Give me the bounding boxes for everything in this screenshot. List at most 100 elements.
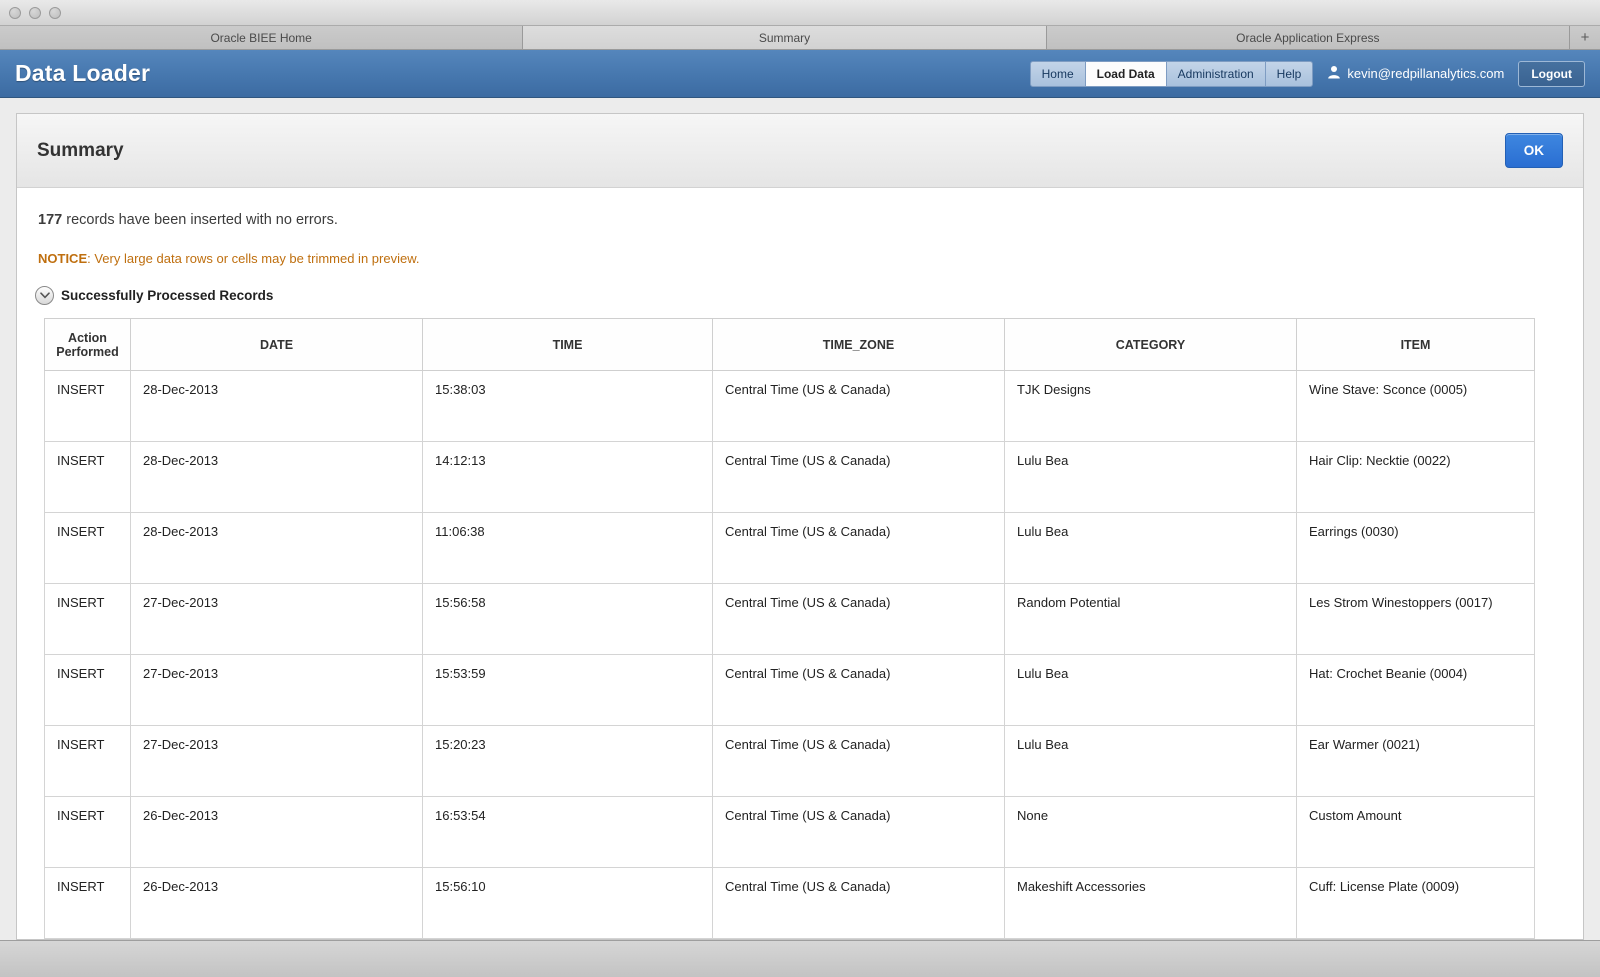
table-cell: 28-Dec-2013 — [130, 512, 423, 584]
table-cell: Makeshift Accessories — [1004, 867, 1297, 939]
app-title: Data Loader — [15, 60, 151, 86]
table-cell: 28-Dec-2013 — [130, 441, 423, 513]
user-icon — [1327, 65, 1341, 82]
main-nav: Home Load Data Administration Help — [1029, 60, 1314, 87]
table-cell: 15:56:58 — [422, 583, 713, 655]
table-cell: Central Time (US & Canada) — [712, 867, 1005, 939]
table-cell: Hat: Crochet Beanie (0004) — [1296, 654, 1535, 726]
column-header: Action Performed — [44, 318, 131, 371]
table-cell: INSERT — [44, 867, 131, 939]
table-cell: Central Time (US & Canada) — [712, 370, 1005, 442]
table-row: INSERT 26-Dec-2013 15:56:10 Central Time (U… — [44, 867, 1535, 939]
result-text: records have been inserted with no error… — [66, 212, 338, 228]
table-cell: Central Time (US & Canada) — [712, 512, 1005, 584]
app-header: Data Loader Home Load Data Administration H… — [0, 50, 1600, 98]
window-title-bar — [0, 0, 1600, 26]
column-header: CATEGORY — [1004, 318, 1297, 371]
table-row: INSERT 27-Dec-2013 15:53:59 Central Time (U… — [44, 654, 1535, 726]
table-cell: 28-Dec-2013 — [130, 370, 423, 442]
column-header: DATE — [130, 318, 423, 371]
nav-home[interactable]: Home — [1029, 60, 1086, 87]
table-cell: INSERT — [44, 441, 131, 513]
chevron-down-icon[interactable] — [35, 286, 54, 305]
table-cell: INSERT — [44, 796, 131, 868]
table-cell: Cuff: License Plate (0009) — [1296, 867, 1535, 939]
table-cell: 15:20:23 — [422, 725, 713, 797]
table-cell: Earrings (0030) — [1296, 512, 1535, 584]
column-header: TIME — [422, 318, 713, 371]
table-cell: INSERT — [44, 370, 131, 442]
table-cell: Random Potential — [1004, 583, 1297, 655]
table-cell: 15:38:03 — [422, 370, 713, 442]
table-cell: Central Time (US & Canada) — [712, 725, 1005, 797]
table-cell: Central Time (US & Canada) — [712, 441, 1005, 513]
browser-window: Oracle BIEE Home Summary Oracle Applicatio… — [0, 0, 1600, 977]
records-table-body: INSERT 28-Dec-2013 15:38:03 Central Time (U… — [44, 370, 1535, 939]
window-close-button[interactable] — [9, 6, 21, 19]
table-cell: None — [1004, 796, 1297, 868]
browser-tabs: Oracle BIEE Home Summary Oracle Applicatio… — [0, 26, 1570, 49]
user-email: kevin@redpillanalytics.com — [1347, 66, 1505, 81]
column-header: TIME_ZONE — [712, 318, 1005, 371]
table-cell: Lulu Bea — [1004, 441, 1297, 513]
logout-button[interactable]: Logout — [1518, 60, 1585, 87]
table-cell: Lulu Bea — [1004, 512, 1297, 584]
page-title: Summary — [37, 139, 124, 161]
table-cell: TJK Designs — [1004, 370, 1297, 442]
column-header: ITEM — [1296, 318, 1535, 371]
table-cell: 27-Dec-2013 — [130, 654, 423, 726]
table-cell: Lulu Bea — [1004, 725, 1297, 797]
section-toggle[interactable]: Successfully Processed Records — [35, 286, 1583, 305]
table-cell: 15:56:10 — [422, 867, 713, 939]
table-cell: 26-Dec-2013 — [130, 796, 423, 868]
summary-region-header: Summary OK — [17, 114, 1583, 188]
table-cell: 11:06:38 — [422, 512, 713, 584]
notice-label: NOTICE — [38, 251, 88, 266]
result-message: 177 records have been inserted with no e… — [38, 212, 1583, 228]
table-cell: Lulu Bea — [1004, 654, 1297, 726]
summary-region: Summary OK 177 records have been inserte… — [16, 113, 1584, 940]
table-cell: Central Time (US & Canada) — [712, 796, 1005, 868]
table-header-row: Action Performed DATE TIME TIME_ZONE CATEGOR… — [44, 318, 1535, 371]
table-cell: 27-Dec-2013 — [130, 583, 423, 655]
table-row: INSERT 28-Dec-2013 14:12:13 Central Time (U… — [44, 441, 1535, 513]
table-cell: Les Strom Winestoppers (0017) — [1296, 583, 1535, 655]
bottom-bar — [0, 940, 1600, 977]
app-header-actions: Home Load Data Administration Help kevin@re… — [1029, 60, 1585, 87]
browser-tab[interactable]: Oracle BIEE Home — [0, 26, 524, 49]
window-zoom-button[interactable] — [49, 6, 61, 19]
table-row: INSERT 27-Dec-2013 15:20:23 Central Time (U… — [44, 725, 1535, 797]
table-row: INSERT 28-Dec-2013 15:38:03 Central Time (U… — [44, 370, 1535, 442]
notice-text: : Very large data rows or cells may be t… — [87, 251, 420, 266]
nav-help[interactable]: Help — [1264, 60, 1314, 87]
table-cell: INSERT — [44, 512, 131, 584]
table-cell: Central Time (US & Canada) — [712, 583, 1005, 655]
window-minimize-button[interactable] — [29, 6, 41, 19]
table-cell: 26-Dec-2013 — [130, 867, 423, 939]
records-table: Action Performed DATE TIME TIME_ZONE CATEGOR… — [44, 318, 1535, 939]
table-cell: Custom Amount — [1296, 796, 1535, 868]
nav-administration[interactable]: Administration — [1165, 60, 1266, 87]
page-content: Summary OK 177 records have been inserte… — [0, 98, 1600, 976]
browser-tab[interactable]: Oracle Application Express — [1046, 26, 1570, 49]
table-cell: 15:53:59 — [422, 654, 713, 726]
table-cell: INSERT — [44, 583, 131, 655]
table-cell: Wine Stave: Sconce (0005) — [1296, 370, 1535, 442]
table-cell: Central Time (US & Canada) — [712, 654, 1005, 726]
browser-tab-bar: Oracle BIEE Home Summary Oracle Applicatio… — [0, 26, 1600, 50]
table-cell: Hair Clip: Necktie (0022) — [1296, 441, 1535, 513]
notice-message: NOTICE: Very large data rows or cells ma… — [38, 251, 1583, 266]
table-cell: 27-Dec-2013 — [130, 725, 423, 797]
table-cell: INSERT — [44, 654, 131, 726]
summary-region-body: 177 records have been inserted with no e… — [17, 188, 1583, 939]
table-cell: Ear Warmer (0021) — [1296, 725, 1535, 797]
table-row: INSERT 28-Dec-2013 11:06:38 Central Time (U… — [44, 512, 1535, 584]
browser-tab[interactable]: Summary — [523, 26, 1047, 49]
record-count: 177 — [38, 212, 63, 228]
table-row: INSERT 27-Dec-2013 15:56:58 Central Time (U… — [44, 583, 1535, 655]
new-tab-button[interactable]: + — [1570, 26, 1600, 49]
user-info: kevin@redpillanalytics.com — [1327, 65, 1504, 82]
ok-button[interactable]: OK — [1504, 133, 1563, 168]
nav-load-data[interactable]: Load Data — [1084, 60, 1167, 87]
table-cell: 14:12:13 — [422, 441, 713, 513]
